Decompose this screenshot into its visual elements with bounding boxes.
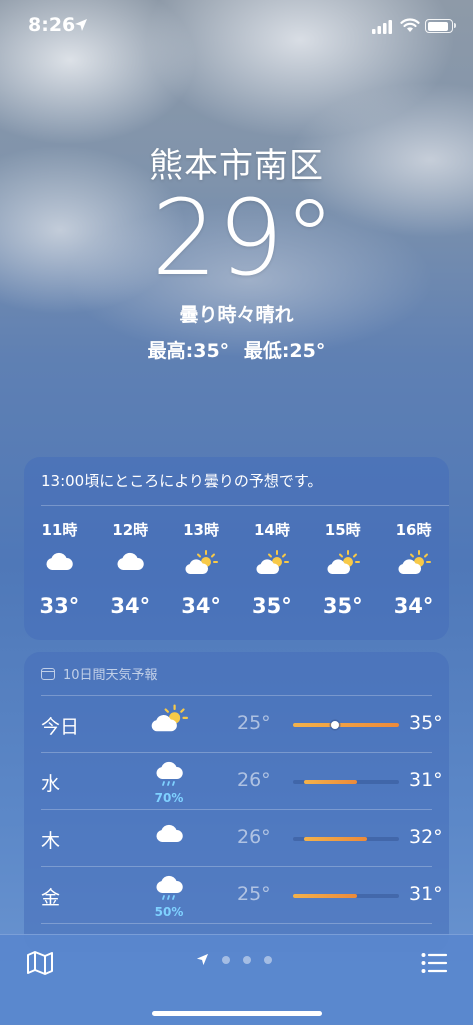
hour-temperature: 33°	[39, 594, 80, 618]
partly-sunny-icon	[149, 704, 189, 744]
daily-forecast-title: 10日間天気予報	[63, 668, 158, 683]
temperature-range-bar	[293, 780, 399, 784]
high-temperature: 31°	[409, 883, 443, 905]
page-dot	[243, 955, 251, 964]
current-temperature-dot	[331, 721, 340, 729]
temperature-range-bar	[293, 721, 399, 729]
high-temperature: 32°	[409, 826, 443, 848]
temperature-range-fill	[293, 723, 399, 727]
list-icon[interactable]	[420, 950, 448, 976]
cloud-icon	[95, 550, 166, 588]
cellular-signal-icon	[372, 20, 392, 34]
home-indicator	[152, 1011, 322, 1016]
daily-row[interactable]: 金 50% 25° 31°	[41, 866, 443, 924]
hour-label: 14時	[253, 521, 290, 539]
hour-item: 11時 33°	[24, 519, 95, 629]
battery-icon	[425, 19, 456, 33]
partly-sunny-icon	[378, 550, 449, 588]
hour-temperature: 34°	[110, 594, 151, 618]
low-temperature: 26°	[237, 826, 271, 848]
hour-label: 12時	[112, 521, 149, 539]
status-bar: 8:26	[0, 0, 473, 54]
forecast-summary: 13:00頃にところにより曇りの予想です。	[41, 472, 323, 490]
hourly-list[interactable]: 11時 33° 12時 34° 13時 34° 14時 35° 15時 35° …	[24, 519, 449, 629]
temperature-range-fill	[303, 837, 368, 841]
page-indicator[interactable]	[196, 953, 272, 966]
high-temperature: 35°	[409, 712, 443, 734]
hourly-forecast-card[interactable]: 13:00頃にところにより曇りの予想です。 11時 33° 12時 34° 13…	[24, 457, 449, 640]
high-low-temperatures: 最高:35° 最低:25°	[0, 336, 473, 363]
partly-sunny-icon	[166, 550, 237, 588]
current-location-icon	[196, 953, 209, 966]
hour-label: 16時	[395, 521, 432, 539]
map-icon[interactable]	[26, 950, 54, 976]
low-temperature: 25°	[237, 883, 271, 905]
hour-item: 12時 34°	[95, 519, 166, 629]
hour-temperature: 34°	[393, 594, 434, 618]
page-dot	[222, 955, 230, 964]
bottom-toolbar	[0, 934, 473, 1025]
low-temperature: 最低:25°	[243, 340, 326, 362]
day-label: 金	[41, 887, 61, 909]
cloud-icon	[24, 550, 95, 588]
wifi-icon	[400, 18, 420, 32]
partly-sunny-icon	[307, 550, 378, 588]
daily-row[interactable]: 木 26° 32°	[41, 809, 443, 867]
precipitation-chance: 70%	[154, 791, 184, 805]
hour-label: 15時	[324, 521, 361, 539]
daily-forecast-header: 10日間天気予報	[41, 664, 158, 683]
high-temperature: 最高:35°	[147, 340, 230, 362]
low-temperature: 25°	[237, 712, 271, 734]
hour-item: 14時 35°	[236, 519, 307, 629]
hour-label: 13時	[183, 521, 219, 539]
hour-temperature: 34°	[181, 594, 221, 618]
temperature-range-bar	[293, 837, 399, 841]
hour-temperature: 35°	[252, 594, 292, 618]
temperature-range-fill	[303, 780, 357, 784]
low-temperature: 26°	[237, 769, 271, 791]
daily-row[interactable]: 今日 25° 35°	[41, 695, 443, 753]
high-temperature: 31°	[409, 769, 443, 791]
daily-row[interactable]: 水 70% 26° 31°	[41, 752, 443, 810]
hour-temperature: 35°	[322, 594, 363, 618]
hour-label: 11時	[41, 521, 78, 539]
day-label: 水	[41, 773, 61, 795]
page-dot	[264, 955, 272, 964]
daily-forecast-card[interactable]: 10日間天気予報 今日 25° 35° 水 70% 26° 31° 木 26° …	[24, 652, 449, 952]
temperature-range-bar	[293, 894, 399, 898]
status-time: 8:26	[28, 14, 76, 36]
weather-condition: 曇り時々晴れ	[179, 304, 294, 326]
calendar-icon	[41, 667, 55, 680]
partly-sunny-icon	[236, 550, 307, 588]
location-arrow-icon	[75, 19, 87, 31]
hour-item: 15時 35°	[307, 519, 378, 629]
divider	[41, 505, 449, 506]
current-temperature: 29°	[151, 177, 336, 299]
day-label: 今日	[41, 716, 80, 738]
precipitation-chance: 50%	[154, 905, 184, 919]
temperature-range-fill	[293, 894, 357, 898]
day-label: 木	[41, 830, 61, 852]
hour-item: 13時 34°	[166, 519, 237, 629]
cloud-icon	[149, 818, 189, 858]
hour-item: 16時 34°	[378, 519, 449, 629]
